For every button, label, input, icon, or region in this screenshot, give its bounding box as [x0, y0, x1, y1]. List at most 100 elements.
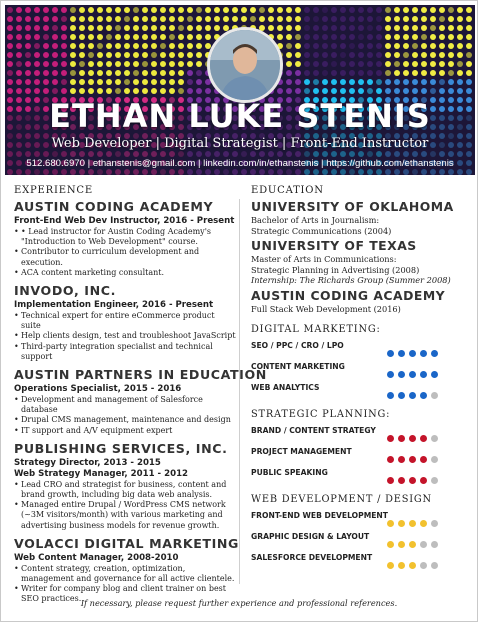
rating-dot-filled — [409, 434, 416, 442]
skill-row: CONTENT MARKETING — [251, 358, 463, 379]
degree-line: Full Stack Web Development (2016) — [251, 303, 401, 314]
school-name: AUSTIN CODING ACADEMY — [251, 287, 446, 303]
skill-name: BRAND / CONTENT STRATEGY — [251, 425, 376, 435]
skill-rating — [387, 554, 442, 573]
rating-dot-filled — [431, 370, 438, 378]
skill-name: PROJECT MANAGEMENT — [251, 446, 352, 456]
rating-dot-empty — [431, 519, 438, 527]
skill-row: SALESFORCE DEVELOPMENT — [251, 549, 463, 570]
skill-row: PROJECT MANAGEMENT — [251, 443, 463, 464]
skill-row: BRAND / CONTENT STRATEGY — [251, 422, 463, 443]
rating-dot-filled — [420, 370, 427, 378]
employer-name: PUBLISHING SERVICES, INC. — [14, 440, 228, 456]
rating-dot-empty — [431, 434, 438, 442]
rating-dot-filled — [387, 434, 394, 442]
job-role: Web Content Manager, 2008-2010 — [14, 552, 179, 563]
degree-line: Strategic Communications (2004) — [251, 225, 392, 236]
degree-line: Bachelor of Arts in Journalism: — [251, 215, 380, 225]
skill-name: GRAPHIC DESIGN & LAYOUT — [251, 531, 370, 541]
bullet-item: Help clients design, test and troublesho… — [14, 331, 236, 341]
rating-dot-filled — [398, 455, 405, 463]
job-role: Front-End Web Dev Instructor, 2016 - Pre… — [14, 216, 235, 226]
rating-dot-filled — [398, 391, 405, 399]
job-role: Strategy Director, 2013 - 2015 — [14, 457, 161, 468]
bullet-item: Managed entire Drupal / WordPress CMS ne… — [14, 500, 236, 531]
person-icon — [210, 30, 280, 100]
rating-dot-filled — [420, 455, 427, 463]
rating-dot-filled — [398, 519, 405, 527]
rating-dot-filled — [420, 519, 427, 527]
rating-dot-filled — [387, 540, 394, 548]
employer-name: INVODO, INC. — [14, 283, 116, 299]
rating-dot-filled — [420, 434, 427, 442]
rating-dot-empty — [431, 391, 438, 399]
rating-dot-empty — [431, 540, 438, 548]
job-role: Operations Specialist, 2015 - 2016 — [14, 384, 182, 395]
skill-group-heading: WEB DEVELOPMENT / DESIGN — [251, 493, 432, 505]
rating-dot-filled — [420, 349, 427, 357]
job-bullets: • Lead instructor for Austin Coding Acad… — [14, 227, 236, 278]
rating-dot-filled — [409, 391, 416, 399]
skill-name: CONTENT MARKETING — [251, 361, 345, 371]
internship-line: Internship: The Richards Group (Summer 2… — [251, 275, 451, 286]
bullet-item: Third-party integration specialist and t… — [14, 342, 236, 362]
degree-line: Strategic Planning in Advertising (2008) — [251, 264, 420, 275]
bullet-item: Technical expert for entire eCommerce pr… — [14, 311, 236, 331]
skill-row: FRONT-END WEB DEVELOPMENT — [251, 507, 463, 528]
rating-dot-empty — [431, 561, 438, 569]
bullet-item: Development and management of Salesforce… — [14, 395, 236, 415]
rating-dot-filled — [409, 370, 416, 378]
job-role: Implementation Engineer, 2016 - Present — [14, 300, 214, 311]
bullet-item: Lead CRO and strategist for business, co… — [14, 480, 236, 500]
rating-dot-filled — [387, 391, 394, 399]
rating-dot-filled — [398, 349, 405, 357]
school-name: UNIVERSITY OF TEXAS — [251, 238, 417, 254]
employer-name: AUSTIN CODING ACADEMY — [14, 199, 214, 214]
job-role: Web Strategy Manager, 2011 - 2012 — [14, 468, 189, 479]
rating-dot-filled — [409, 561, 416, 569]
resume-page: ETHAN LUKE STENIS Web Developer | Digita… — [0, 0, 478, 622]
bullet-item: • Lead instructor for Austin Coding Acad… — [14, 227, 236, 247]
skill-rating — [387, 384, 442, 403]
job-bullets: Development and management of Salesforce… — [14, 395, 236, 436]
references-note: If necessary, please request further exp… — [80, 598, 398, 608]
column-divider — [239, 199, 240, 584]
job-titles: Web Developer | Digital Strategist | Fro… — [51, 136, 429, 151]
rating-dot-filled — [409, 476, 416, 484]
employer-name: AUSTIN PARTNERS IN EDUCATION — [14, 367, 267, 383]
rating-dot-filled — [398, 561, 405, 569]
rating-dot-filled — [398, 540, 405, 548]
rating-dot-filled — [387, 349, 394, 357]
profile-photo — [207, 27, 283, 103]
school-name: UNIVERSITY OF OKLAHOMA — [251, 199, 454, 214]
experience-column: EXPERIENCE AUSTIN CODING ACADEMY Front-En… — [14, 185, 267, 610]
experience-heading: EXPERIENCE — [14, 185, 93, 196]
job-bullets: Technical expert for entire eCommerce pr… — [14, 311, 236, 362]
degree-line: Master of Arts in Communications: — [251, 254, 397, 265]
bullet-item: IT support and A/V equipment expert — [14, 426, 236, 436]
rating-dot-filled — [398, 434, 405, 442]
bullet-item: ACA content marketing consultant. — [14, 268, 236, 278]
rating-dot-filled — [387, 455, 394, 463]
education-list: UNIVERSITY OF OKLAHOMA Bachelor of Arts i… — [251, 199, 463, 315]
rating-dot-empty — [420, 561, 427, 569]
job-bullets: Lead CRO and strategist for business, co… — [14, 480, 236, 531]
skill-row: GRAPHIC DESIGN & LAYOUT — [251, 528, 463, 549]
skill-row: WEB ANALYTICS — [251, 379, 463, 400]
bullet-item: Contributor to curriculum development an… — [14, 247, 236, 267]
skill-name: FRONT-END WEB DEVELOPMENT — [251, 510, 388, 520]
rating-dot-filled — [387, 519, 394, 527]
bullet-item: Drupal CMS management, maintenance and d… — [14, 415, 236, 425]
skill-group-heading: DIGITAL MARKETING: — [251, 323, 381, 335]
person-name: ETHAN LUKE STENIS — [49, 97, 431, 135]
bullet-item: Content strategy, creation, optimization… — [14, 564, 236, 584]
rating-dot-empty — [420, 540, 427, 548]
employer-name: VOLACCI DIGITAL MARKETING — [14, 535, 239, 551]
rating-dot-filled — [387, 370, 394, 378]
rating-dot-empty — [431, 455, 438, 463]
skill-row: SEO / PPC / CRO / LPO — [251, 337, 463, 358]
skill-name: SEO / PPC / CRO / LPO — [251, 340, 344, 350]
rating-dot-filled — [409, 519, 416, 527]
rating-dot-filled — [409, 455, 416, 463]
rating-dot-filled — [409, 349, 416, 357]
